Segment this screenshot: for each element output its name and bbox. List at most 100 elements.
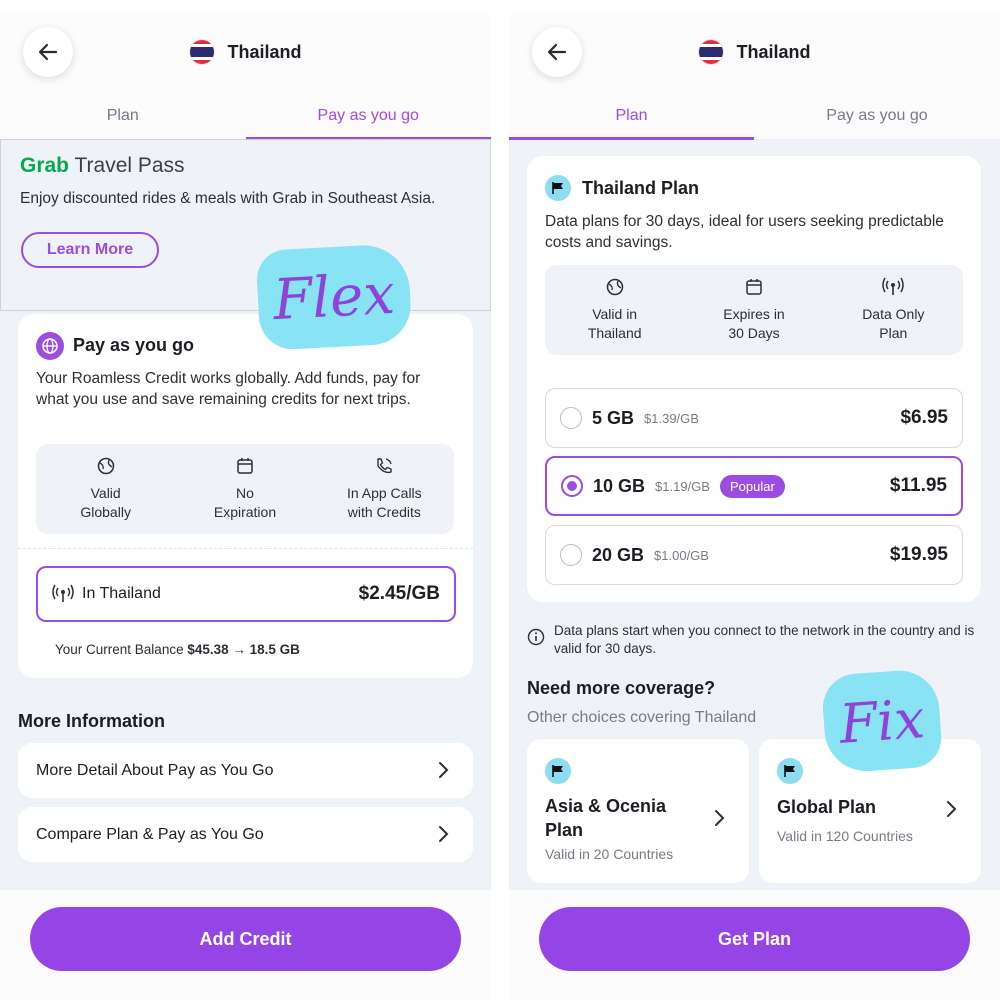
feature-line2: Globally xyxy=(80,504,131,520)
promo-description: Enjoy discounted rides & meals with Grab… xyxy=(20,190,436,207)
calendar-icon xyxy=(746,279,762,295)
coverage-card-title: Global Plan xyxy=(777,797,877,817)
tab-bar: Plan Pay as you go xyxy=(0,103,492,140)
more-information-heading: More Information xyxy=(18,711,165,731)
feature-valid-in-thailand: Valid in Thailand xyxy=(545,277,684,355)
page-title-text: Thailand xyxy=(736,41,811,62)
feature-line1: Valid in xyxy=(592,306,638,322)
bottom-bar: Add Credit xyxy=(0,890,491,1000)
grab-logo-word: Grab xyxy=(20,154,70,177)
plan-size: 20 GB xyxy=(592,544,645,565)
fix-sticker: Fix xyxy=(820,668,944,774)
feature-box: Valid in Thailand Expires in 30 Days Dat… xyxy=(545,265,963,355)
add-credit-button[interactable]: Add Credit xyxy=(30,907,461,971)
feature-line2: 30 Days xyxy=(728,325,780,341)
compare-plan-link[interactable]: Compare Plan & Pay as You Go xyxy=(18,807,473,862)
link-label: More Detail About Pay as You Go xyxy=(36,761,274,779)
feature-valid-globally: Valid Globally xyxy=(36,456,175,534)
feature-line1: Valid xyxy=(90,485,121,501)
rate-value: $2.45/GB xyxy=(358,583,440,604)
feature-expires: Expires in 30 Days xyxy=(684,277,823,355)
plan-screen: Thailand Plan Pay as you go Thailand Pla… xyxy=(509,15,1000,1000)
plan-option-5gb[interactable]: 5 GB $1.39/GB $6.95 xyxy=(545,388,963,448)
grab-travel-pass-logo: Grab Travel Pass xyxy=(20,154,185,178)
tab-pay-as-you-go[interactable]: Pay as you go xyxy=(245,103,492,140)
coverage-heading: Need more coverage? xyxy=(527,678,716,698)
pay-as-you-go-card: Pay as you go Your Roamless Credit works… xyxy=(18,314,473,678)
plan-option-20gb[interactable]: 20 GB $1.00/GB $19.95 xyxy=(545,525,963,585)
learn-more-button[interactable]: Learn More xyxy=(21,232,159,268)
plan-note-text: Data plans start when you connect to the… xyxy=(554,623,975,656)
chevron-right-icon xyxy=(439,762,449,778)
flag-icon xyxy=(545,175,571,201)
globe-icon xyxy=(606,278,623,296)
radio-button[interactable] xyxy=(560,544,582,566)
balance-value: $45.38 → 18.5 GB xyxy=(187,642,300,657)
flag-icon xyxy=(777,758,803,784)
page-title-text: Thailand xyxy=(227,41,302,62)
info-icon xyxy=(527,628,545,646)
chevron-right-icon xyxy=(715,810,725,826)
tab-plan[interactable]: Plan xyxy=(0,103,246,139)
plan-description: Data plans for 30 days, ideal for users … xyxy=(545,213,944,251)
tab-plan[interactable]: Plan xyxy=(509,103,754,140)
rate-box[interactable]: In Thailand $2.45/GB xyxy=(36,566,456,622)
coverage-card-title: Asia & Ocenia Plan xyxy=(545,794,666,842)
thailand-plan-card: Thailand Plan Data plans for 30 days, id… xyxy=(527,156,981,602)
feature-line2: Thailand xyxy=(587,325,642,341)
grab-travel-pass-banner: Grab Travel Pass Enjoy discounted rides … xyxy=(0,139,491,311)
asia-oceania-plan-card[interactable]: Asia & Ocenia Plan Valid in 20 Countries xyxy=(527,739,749,883)
plan-per-gb: $1.39/GB xyxy=(644,410,699,426)
flag-icon xyxy=(545,758,571,784)
signal-icon xyxy=(52,584,74,602)
coverage-subheading: Other choices covering Thailand xyxy=(527,709,757,726)
feature-box: Valid Globally No Expiration In App Call… xyxy=(36,444,454,534)
divider xyxy=(18,548,473,549)
feature-line2: Plan xyxy=(879,325,908,341)
plan-per-gb: $1.19/GB xyxy=(655,478,710,494)
plan-note: Data plans start when you connect to the… xyxy=(527,622,982,658)
link-label: Compare Plan & Pay as You Go xyxy=(36,825,264,843)
feature-in-app-calls: In App Calls with Credits xyxy=(315,456,454,534)
current-balance: Your Current Balance $45.38 → 18.5 GB xyxy=(55,642,300,657)
feature-no-expiration: No Expiration xyxy=(175,456,314,534)
radio-button[interactable] xyxy=(560,407,582,429)
chevron-right-icon xyxy=(947,801,957,817)
globe-icon xyxy=(36,332,64,360)
plan-price: $11.95 xyxy=(889,475,947,496)
coverage-card-subtitle: Valid in 120 Countries xyxy=(777,828,913,844)
phone-icon xyxy=(377,458,393,474)
signal-icon xyxy=(882,277,905,295)
tab-bar: Plan Pay as you go xyxy=(509,103,1000,140)
thailand-flag-icon xyxy=(698,39,725,65)
coverage-card-subtitle: Valid in 20 Countries xyxy=(545,846,674,862)
get-plan-button[interactable]: Get Plan xyxy=(539,907,970,971)
balance-label: Your Current Balance xyxy=(55,642,188,657)
more-detail-link[interactable]: More Detail About Pay as You Go xyxy=(18,743,473,798)
rate-label: In Thailand xyxy=(82,585,161,602)
card-title: Pay as you go xyxy=(73,335,195,355)
plan-price: $19.95 xyxy=(889,544,948,565)
tab-pay-as-you-go[interactable]: Pay as you go xyxy=(754,103,1000,139)
page-title: Thailand xyxy=(0,39,491,65)
plan-option-10gb[interactable]: 10 GB $1.19/GB Popular $11.95 xyxy=(545,456,963,516)
radio-button[interactable] xyxy=(561,475,583,497)
plan-per-gb: $1.00/GB xyxy=(654,547,709,563)
radio-dot xyxy=(567,481,577,491)
top-header: Thailand Plan Pay as you go xyxy=(0,15,492,140)
pay-as-you-go-screen: Thailand Plan Pay as you go Grab Travel … xyxy=(0,15,491,1000)
plan-price: $6.95 xyxy=(900,407,948,428)
flex-sticker: Flex xyxy=(255,243,413,351)
title-line2: Plan xyxy=(545,820,584,840)
plan-size: 5 GB xyxy=(592,407,635,428)
bottom-bar: Get Plan xyxy=(509,890,1000,1000)
feature-line1: Data Only xyxy=(862,306,925,322)
title-line1: Asia & Ocenia xyxy=(545,796,667,816)
feature-line2: Expiration xyxy=(213,504,277,520)
plan-size: 10 GB xyxy=(593,475,646,496)
globe-icon xyxy=(97,457,114,475)
card-description: Your Roamless Credit works globally. Add… xyxy=(36,370,421,408)
page-title: Thailand xyxy=(509,39,1000,65)
chevron-right-icon xyxy=(439,826,449,842)
travel-pass-logo-word: Travel Pass xyxy=(69,154,185,177)
